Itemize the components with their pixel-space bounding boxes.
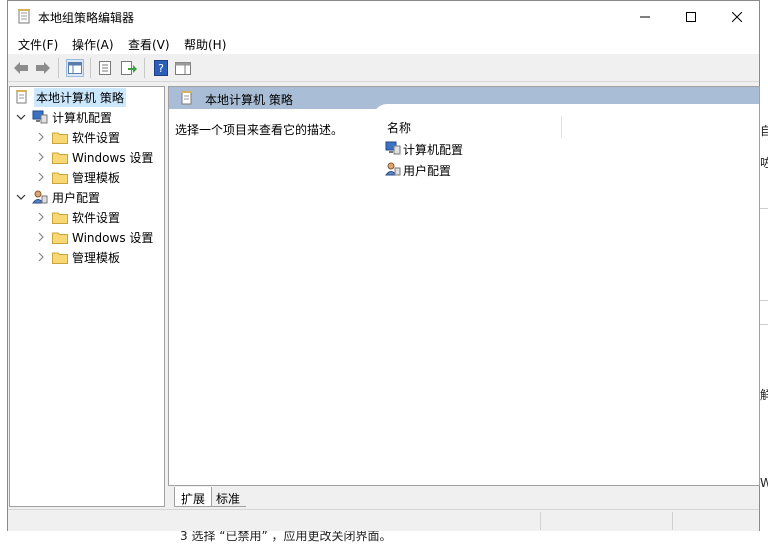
list-item-user[interactable]: 用户配置 — [385, 161, 451, 179]
background-divider — [760, 300, 768, 301]
tree-item-computer-admin-templates[interactable]: 管理模板 — [36, 167, 164, 187]
tree-label-windows-settings: Windows 设置 — [72, 150, 154, 165]
tree-label-software: 软件设置 — [72, 130, 121, 145]
menu-action[interactable]: 操作(A) — [72, 36, 114, 53]
toolbar: ? — [8, 54, 759, 82]
tree-item-root[interactable]: 本地计算机 策略 — [14, 87, 164, 107]
chevron-right-icon[interactable] — [36, 172, 46, 182]
tree-label-admin-templates: 管理模板 — [72, 170, 121, 185]
user-icon — [32, 189, 48, 205]
tree-item-user-windows[interactable]: Windows 设置 — [36, 227, 164, 247]
tree-label-software: 软件设置 — [72, 210, 121, 225]
chevron-right-icon[interactable] — [36, 252, 46, 262]
toolbar-separator — [90, 58, 91, 78]
minimize-button[interactable] — [622, 1, 668, 32]
policy-document-icon — [18, 9, 30, 24]
properties-button[interactable] — [96, 59, 114, 77]
tree-item-user-admin-templates[interactable]: 管理模板 — [36, 247, 164, 267]
background-text-fragment: 自 — [760, 122, 768, 138]
properties-icon — [99, 61, 111, 75]
help-button[interactable]: ? — [152, 59, 170, 77]
tab-extended[interactable]: 扩展 — [174, 487, 213, 507]
background-divider — [760, 324, 768, 325]
tree-item-user-software[interactable]: 软件设置 — [36, 207, 164, 227]
menu-bar: 文件(F) 操作(A) 查看(V) 帮助(H) — [8, 32, 759, 54]
title-bar[interactable]: 本地组策略编辑器 — [8, 1, 759, 32]
background-divider — [760, 208, 768, 209]
tree-label-root: 本地计算机 策略 — [34, 87, 126, 107]
toolbar-separator — [58, 58, 59, 78]
user-icon — [385, 162, 401, 178]
maximize-button[interactable] — [668, 1, 714, 32]
arrow-left-icon — [14, 62, 28, 74]
folder-icon — [52, 249, 68, 265]
chevron-down-icon[interactable] — [16, 192, 26, 202]
maximize-icon — [686, 11, 696, 22]
menu-view[interactable]: 查看(V) — [128, 36, 170, 53]
background-text-fragment: W — [760, 476, 768, 492]
tree-label-windows-settings: Windows 设置 — [72, 230, 154, 245]
export-icon — [121, 61, 137, 75]
folder-icon — [52, 229, 68, 245]
menu-file[interactable]: 文件(F) — [18, 36, 58, 53]
details-pane: 本地计算机 策略 选择一个项目来查看它的描述。 名称 计算机配置 用户配置 — [168, 86, 760, 486]
tab-standard[interactable]: 标准 — [210, 487, 247, 507]
tree-label-computer: 计算机配置 — [52, 110, 113, 125]
chevron-right-icon[interactable] — [36, 232, 46, 242]
console-tree-icon — [68, 62, 82, 74]
tree-label-admin-templates: 管理模板 — [72, 250, 121, 265]
view-tabs: 扩展 标准 — [168, 487, 760, 507]
background-text-fragment: 咗 — [760, 154, 768, 170]
item-list: 名称 计算机配置 用户配置 — [373, 104, 759, 485]
status-cell — [672, 512, 758, 530]
details-header-title: 本地计算机 策略 — [205, 93, 293, 107]
close-button[interactable] — [714, 1, 760, 32]
svg-text:?: ? — [158, 62, 164, 75]
back-button[interactable] — [12, 59, 30, 77]
chevron-right-icon[interactable] — [36, 212, 46, 222]
list-item-computer[interactable]: 计算机配置 — [385, 140, 463, 158]
help-icon: ? — [154, 60, 168, 76]
policy-document-icon — [181, 91, 192, 105]
status-cell — [540, 512, 672, 530]
action-pane-icon — [175, 61, 191, 75]
status-bar — [8, 509, 759, 531]
export-list-button[interactable] — [120, 59, 138, 77]
list-item-label: 计算机配置 — [403, 142, 464, 157]
console-tree: 本地计算机 策略 计算机配置 软件设置 Windows 设置 管理模板 用户配置… — [9, 86, 165, 507]
toolbar-separator — [144, 58, 145, 78]
tree-item-computer[interactable]: 计算机配置 — [16, 107, 164, 127]
tree-label-user: 用户配置 — [52, 190, 101, 205]
close-icon — [732, 11, 742, 22]
folder-icon — [52, 169, 68, 185]
description-text: 选择一个项目来查看它的描述。 — [175, 123, 344, 137]
folder-icon — [52, 149, 68, 165]
tree-item-user[interactable]: 用户配置 — [16, 187, 164, 207]
background-text-fragment: 觧 — [760, 386, 768, 402]
column-separator[interactable] — [561, 116, 562, 138]
menu-help[interactable]: 帮助(H) — [184, 36, 226, 53]
arrow-right-icon — [36, 62, 50, 74]
show-action-pane-button[interactable] — [174, 59, 192, 77]
list-item-label: 用户配置 — [403, 163, 452, 178]
folder-icon — [52, 129, 68, 145]
tree-item-computer-windows[interactable]: Windows 设置 — [36, 147, 164, 167]
policy-document-icon — [14, 89, 30, 105]
computer-icon — [32, 109, 48, 125]
computer-icon — [385, 141, 401, 157]
chevron-down-icon[interactable] — [16, 112, 26, 122]
folder-icon — [52, 209, 68, 225]
tree-item-computer-software[interactable]: 软件设置 — [36, 127, 164, 147]
show-hide-tree-button[interactable] — [66, 59, 84, 77]
column-header-name[interactable]: 名称 — [387, 119, 411, 136]
minimize-icon — [640, 16, 650, 17]
forward-button[interactable] — [34, 59, 52, 77]
chevron-right-icon[interactable] — [36, 132, 46, 142]
window-title: 本地组策略编辑器 — [38, 11, 135, 25]
gpedit-window: 本地组策略编辑器 文件(F) 操作(A) 查看(V) 帮助(H) ? 本地计算机… — [7, 0, 760, 531]
chevron-right-icon[interactable] — [36, 152, 46, 162]
